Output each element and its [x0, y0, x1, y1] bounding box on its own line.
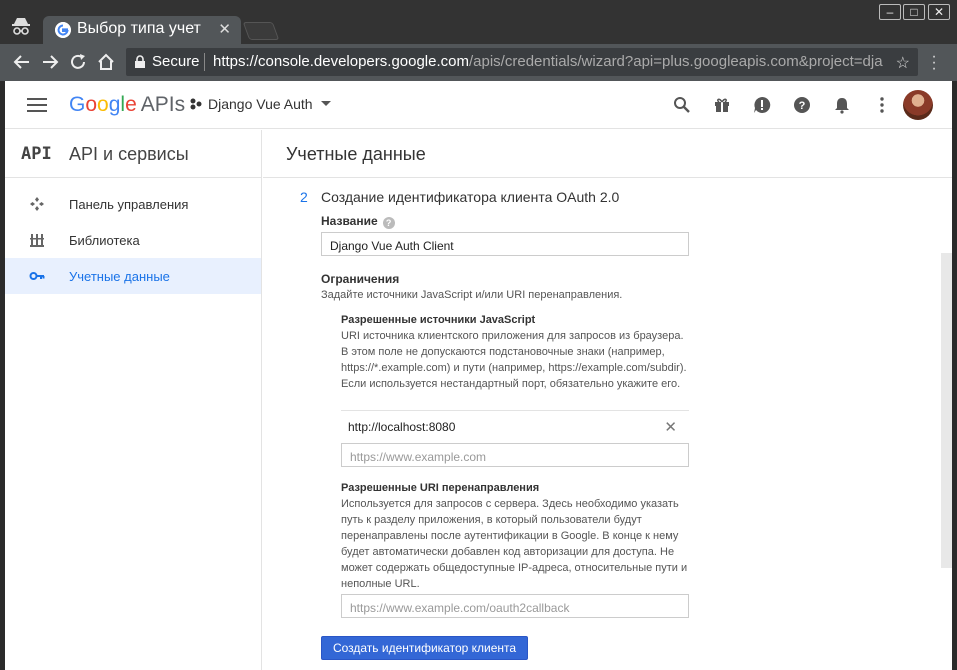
- new-tab-button[interactable]: [242, 22, 280, 40]
- sidebar-item-library[interactable]: Библиотека: [5, 222, 261, 258]
- browser-toolbar: Secure https://console.developers.google…: [0, 44, 957, 81]
- help-icon[interactable]: ?: [382, 217, 395, 229]
- chevron-down-icon: [320, 101, 331, 106]
- sidebar-nav: Панель управления Библиотека Учетные дан…: [5, 178, 261, 294]
- maximize-icon[interactable]: □: [903, 4, 925, 20]
- js-origin-placeholder: https://www.example.com: [350, 450, 487, 464]
- svg-text:?: ?: [799, 100, 806, 112]
- bookmark-star-icon[interactable]: ☆: [896, 53, 910, 73]
- step-title: Создание идентификатора клиента OAuth 2.…: [321, 189, 620, 205]
- js-origin-value: http://localhost:8080: [348, 420, 456, 434]
- browser-menu-icon[interactable]: · · ·: [928, 49, 940, 77]
- sidebar: API API и сервисы Панель управления Библ…: [5, 130, 262, 670]
- apis-wordmark: APIs: [140, 93, 186, 116]
- project-icon: [190, 98, 202, 110]
- search-icon[interactable]: [673, 96, 691, 114]
- minimize-icon[interactable]: –: [879, 4, 901, 20]
- restrictions-title: Ограничения: [321, 272, 400, 286]
- dashboard-icon: [30, 197, 44, 211]
- close-icon[interactable]: ✕: [928, 4, 950, 20]
- lock-icon: [135, 55, 145, 68]
- secure-label: Secure: [152, 53, 200, 70]
- scrollbar[interactable]: [941, 253, 952, 568]
- sidebar-item-dashboard[interactable]: Панель управления: [5, 186, 261, 222]
- address-bar[interactable]: Secure https://console.developers.google…: [126, 48, 918, 76]
- reload-icon[interactable]: [68, 52, 88, 72]
- js-origins-title: Разрешенные источники JavaScript: [341, 314, 536, 326]
- gift-icon[interactable]: [713, 96, 731, 114]
- omnibox-separator: [204, 53, 205, 71]
- project-name: Django Vue Auth: [208, 96, 313, 112]
- sidebar-header: API API и сервисы: [5, 130, 261, 178]
- content-header: Учетные данные: [263, 130, 952, 178]
- restrictions-subtitle: Задайте источники JavaScript и/или URI п…: [321, 289, 623, 301]
- app-bar: Google APIs Django Vue Auth ?: [5, 81, 952, 129]
- alert-icon[interactable]: [753, 96, 771, 114]
- js-origins-description: URI источника клиентского приложения для…: [341, 330, 687, 390]
- name-field-value: Django Vue Auth Client: [330, 239, 454, 253]
- redirect-uri-input[interactable]: https://www.example.com/oauth2callback: [341, 594, 689, 618]
- help-icon[interactable]: ?: [793, 96, 811, 114]
- tab-title: Выбор типа учет: [77, 20, 201, 37]
- remove-origin-icon[interactable]: ✕: [664, 418, 677, 436]
- redirect-uris-title: Разрешенные URI перенаправления: [341, 482, 540, 494]
- url-text: https://console.developers.google.com/ap…: [213, 53, 883, 70]
- page-title: Учетные данные: [286, 144, 426, 164]
- redirect-uri-placeholder: https://www.example.com/oauth2callback: [350, 601, 570, 615]
- redirect-uris-description: Используется для запросов с сервера. Зде…: [341, 498, 688, 590]
- menu-icon[interactable]: [27, 98, 47, 112]
- back-icon[interactable]: [12, 52, 32, 72]
- create-client-id-button[interactable]: Создать идентификатор клиента: [321, 636, 528, 660]
- browser-tab[interactable]: Выбор типа учет ✕: [43, 16, 241, 44]
- step-number: 2: [300, 189, 308, 205]
- sidebar-item-label: Панель управления: [69, 197, 189, 212]
- name-field[interactable]: Django Vue Auth Client: [321, 232, 689, 256]
- sidebar-title: API и сервисы: [69, 144, 189, 164]
- bell-icon[interactable]: [833, 96, 851, 114]
- tab-close-icon[interactable]: ✕: [218, 20, 231, 38]
- google-favicon-icon: [55, 22, 71, 38]
- more-icon[interactable]: [873, 96, 891, 114]
- oauth-client-form: 2 Создание идентификатора клиента OAuth …: [263, 179, 933, 670]
- library-icon: [30, 234, 44, 247]
- js-origin-input[interactable]: https://www.example.com: [341, 443, 689, 467]
- google-apis-logo[interactable]: Google APIs: [69, 93, 185, 117]
- incognito-icon: [12, 18, 30, 35]
- sidebar-item-label: Библиотека: [69, 233, 140, 248]
- google-wordmark: Google: [69, 93, 137, 116]
- cloud-console-page: Google APIs Django Vue Auth ? API API и …: [5, 81, 952, 670]
- forward-icon[interactable]: [40, 52, 60, 72]
- avatar[interactable]: [903, 90, 933, 120]
- browser-titlebar: Выбор типа учет ✕ – □ ✕: [0, 0, 957, 44]
- sidebar-item-label: Учетные данные: [69, 269, 170, 284]
- name-label: Название?: [321, 214, 395, 229]
- project-selector[interactable]: Django Vue Auth: [190, 96, 331, 112]
- js-origin-entry: http://localhost:8080 ✕: [341, 410, 689, 444]
- sidebar-item-credentials[interactable]: Учетные данные: [5, 258, 261, 294]
- api-logo-icon: API: [21, 144, 52, 164]
- home-icon[interactable]: [96, 52, 116, 72]
- key-icon: [29, 272, 45, 280]
- window-frame-right: [952, 81, 957, 670]
